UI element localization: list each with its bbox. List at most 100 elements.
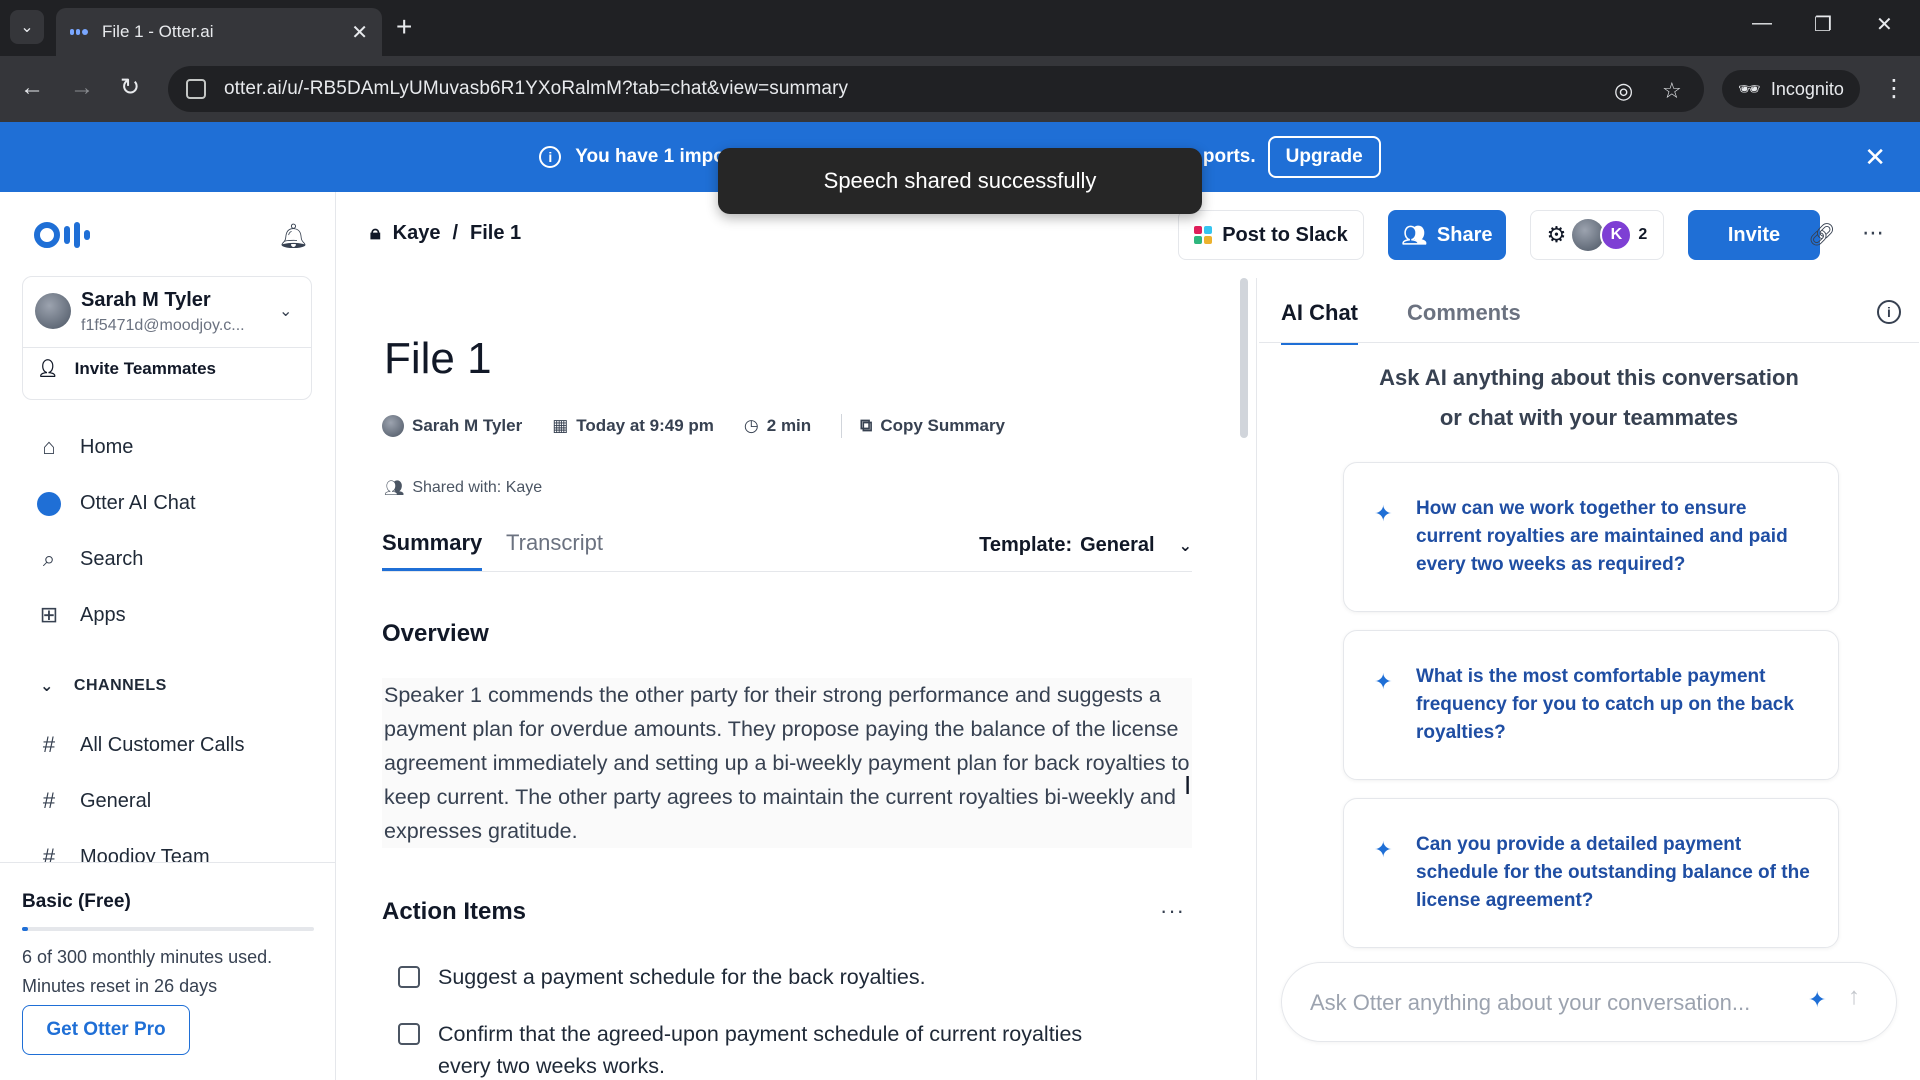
banner-text-start: You have 1 impo bbox=[575, 146, 725, 167]
ask-otter-input[interactable] bbox=[1310, 983, 1800, 1023]
otter-logo[interactable] bbox=[34, 222, 90, 248]
shared-with[interactable]: 👥︎ Shared with: Kaye bbox=[384, 478, 542, 498]
scrollbar[interactable] bbox=[1240, 278, 1248, 438]
info-icon: i bbox=[539, 146, 562, 168]
add-user-icon: 👤︎ bbox=[37, 359, 59, 378]
slack-icon bbox=[1194, 226, 1213, 244]
left-sidebar: 🔔︎ Sarah M Tyler f1f5471d@moodjoy.c... ⌄… bbox=[0, 192, 336, 1080]
template-select[interactable]: Template: General ⌄ bbox=[979, 534, 1192, 557]
user-card[interactable]: Sarah M Tyler f1f5471d@moodjoy.c... ⌄ 👤︎… bbox=[22, 276, 312, 400]
share-button[interactable]: 👥︎ Share bbox=[1388, 210, 1506, 260]
clock-icon: ◷ bbox=[743, 416, 759, 435]
tab-summary[interactable]: Summary bbox=[382, 530, 483, 571]
sidebar-item-otter-ai-chat[interactable]: Otter AI Chat bbox=[36, 490, 196, 517]
overview-heading: Overview bbox=[382, 620, 489, 647]
suggestion-card[interactable]: ✦ What is the most comfortable payment f… bbox=[1343, 630, 1839, 780]
hash-icon: # bbox=[42, 732, 56, 757]
copy-link-icon[interactable]: 🔗︎ bbox=[1808, 222, 1836, 248]
gear-icon: ⚙ bbox=[1546, 222, 1567, 247]
document-date: Today at 9:49 pm bbox=[576, 416, 714, 435]
more-options-icon[interactable]: ··· bbox=[1160, 898, 1185, 924]
suggestion-card[interactable]: ✦ Can you provide a detailed payment sch… bbox=[1343, 798, 1839, 948]
reload-icon[interactable]: ↻ bbox=[120, 76, 140, 100]
breadcrumb: 🔒︎ Kaye / File 1 bbox=[370, 222, 521, 245]
usage-text: 6 of 300 monthly minutes used. Minutes r… bbox=[22, 947, 273, 996]
chevron-down-icon: ⌄ bbox=[1178, 537, 1192, 555]
invite-teammates-label: Invite Teammates bbox=[74, 359, 217, 378]
channel-item[interactable]: # All Customer Calls bbox=[36, 732, 245, 758]
usage-progress-bar bbox=[22, 927, 314, 931]
author-name: Sarah M Tyler bbox=[412, 416, 523, 435]
post-to-slack-button[interactable]: Post to Slack bbox=[1178, 210, 1364, 260]
plan-panel: Basic (Free) 6 of 300 monthly minutes us… bbox=[0, 862, 335, 1080]
upgrade-button[interactable]: Upgrade bbox=[1267, 136, 1381, 178]
chevron-down-icon[interactable]: ⌄ bbox=[279, 301, 292, 321]
url-text: otter.ai/u/-RB5DAmLyUMuvasb6R1YXoRalmM?t… bbox=[224, 78, 849, 99]
close-window-icon[interactable]: ✕ bbox=[1876, 12, 1893, 37]
search-icon: ⌕ bbox=[42, 546, 56, 571]
home-icon: ⌂ bbox=[42, 434, 56, 459]
send-arrow-icon[interactable]: ↑ bbox=[1848, 983, 1860, 1011]
invite-button[interactable]: Invite bbox=[1688, 210, 1820, 260]
eye-off-icon[interactable]: ◎ bbox=[1614, 78, 1633, 104]
forward-icon[interactable]: → bbox=[70, 76, 94, 100]
document-duration: 2 min bbox=[766, 416, 812, 435]
tab-search-button[interactable]: ⌄ bbox=[10, 10, 44, 44]
action-item-checkbox[interactable] bbox=[398, 1023, 420, 1045]
lock-icon: 🔒︎ bbox=[370, 222, 381, 244]
get-otter-pro-button[interactable]: Get Otter Pro bbox=[22, 1005, 190, 1055]
sparkle-icon: ✦ bbox=[1374, 501, 1393, 526]
chat-intro: Ask AI anything about this conversation … bbox=[1379, 365, 1799, 430]
suggestion-card[interactable]: ✦ How can we work together to ensure cur… bbox=[1343, 462, 1839, 612]
sidebar-item-search[interactable]: ⌕ Search bbox=[36, 546, 144, 572]
back-icon[interactable]: ← bbox=[20, 76, 44, 100]
tab-transcript[interactable]: Transcript bbox=[506, 530, 603, 568]
incognito-icon: 🕶 bbox=[1738, 78, 1761, 99]
tab-ai-chat[interactable]: AI Chat bbox=[1281, 300, 1358, 345]
ai-chat-panel: AI Chat Comments i Ask AI anything about… bbox=[1256, 278, 1920, 1080]
restore-icon[interactable]: ❐ bbox=[1814, 12, 1832, 37]
users-icon: 👥︎ bbox=[1401, 224, 1427, 247]
avatar bbox=[35, 293, 71, 329]
more-options-icon[interactable]: ⋯ bbox=[1862, 220, 1884, 246]
new-tab-button[interactable]: + bbox=[396, 12, 412, 42]
chevron-down-icon: ⌄ bbox=[40, 678, 54, 695]
notifications-bell-icon[interactable]: 🔔︎ bbox=[278, 222, 308, 251]
otter-chat-icon bbox=[36, 490, 62, 517]
apps-icon: ⊞ bbox=[39, 602, 59, 627]
action-item-text: Suggest a payment schedule for the back … bbox=[438, 965, 926, 989]
collaborator-count: 2 bbox=[1638, 226, 1648, 243]
overview-text: Speaker 1 commends the other party for t… bbox=[382, 678, 1192, 848]
avatar bbox=[382, 415, 404, 437]
hash-icon: # bbox=[42, 788, 56, 813]
collaborators-button[interactable]: ⚙ K 2 bbox=[1530, 210, 1664, 260]
browser-tab[interactable]: File 1 - Otter.ai ✕ bbox=[56, 8, 382, 56]
bookmark-star-icon[interactable]: ☆ bbox=[1662, 78, 1682, 104]
sidebar-item-home[interactable]: ⌂ Home bbox=[36, 434, 133, 460]
sparkle-icon: ✦ bbox=[1374, 669, 1393, 694]
invite-teammates-button[interactable]: 👤︎ Invite Teammates bbox=[37, 359, 216, 379]
incognito-label: Incognito bbox=[1770, 78, 1844, 99]
sparkle-icon: ✦ bbox=[1808, 987, 1827, 1012]
sidebar-item-apps[interactable]: ⊞ Apps bbox=[36, 602, 126, 628]
browser-menu-icon[interactable]: ⋮ bbox=[1882, 74, 1906, 103]
info-icon[interactable]: i bbox=[1877, 300, 1901, 324]
toast-notification: Speech shared successfully bbox=[718, 148, 1202, 214]
site-info-icon[interactable] bbox=[186, 79, 206, 99]
copy-summary-button[interactable]: ⧉ Copy Summary bbox=[860, 416, 1005, 436]
minimize-icon[interactable]: — bbox=[1752, 12, 1772, 35]
text-cursor-icon: I bbox=[1184, 770, 1192, 800]
channels-header[interactable]: ⌄ CHANNELS bbox=[40, 676, 167, 696]
user-email: f1f5471d@moodjoy.c... bbox=[81, 317, 245, 334]
banner-text-end: ports. bbox=[1202, 146, 1256, 167]
close-banner-icon[interactable]: ✕ bbox=[1864, 142, 1886, 173]
action-item-checkbox[interactable] bbox=[398, 966, 420, 988]
close-tab-icon[interactable]: ✕ bbox=[351, 20, 368, 45]
tab-comments[interactable]: Comments bbox=[1407, 300, 1521, 342]
channel-item[interactable]: # General bbox=[36, 788, 151, 814]
incognito-indicator[interactable]: 🕶 Incognito bbox=[1722, 70, 1860, 108]
address-bar[interactable]: otter.ai/u/-RB5DAmLyUMuvasb6R1YXoRalmM?t… bbox=[168, 66, 1704, 112]
otter-favicon-icon bbox=[70, 26, 90, 38]
breadcrumb-parent[interactable]: Kaye bbox=[393, 222, 441, 245]
calendar-icon: ▦ bbox=[552, 416, 569, 435]
